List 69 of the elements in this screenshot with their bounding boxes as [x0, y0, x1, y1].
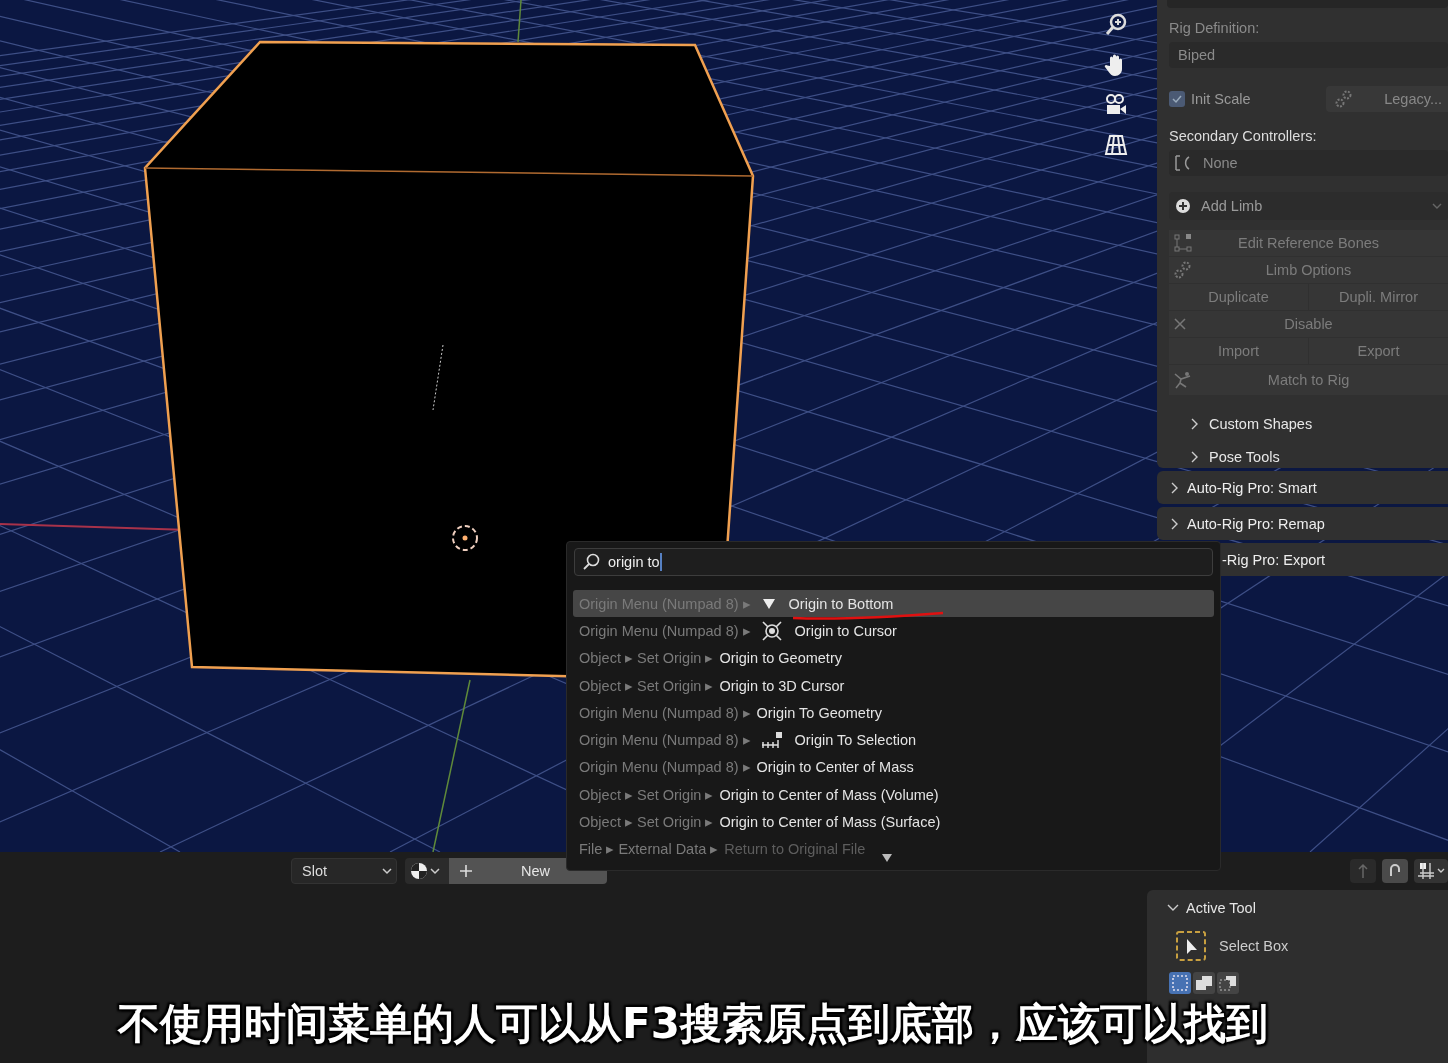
zoom-icon[interactable] — [1103, 12, 1129, 38]
panel-header[interactable]: Auto-Rig Pro: Smart — [1157, 471, 1448, 504]
material-browse-button[interactable] — [405, 858, 449, 884]
select-box-icon — [1175, 930, 1207, 962]
selection-mode-button[interactable] — [1169, 972, 1191, 994]
slot-dropdown[interactable]: Slot — [291, 858, 397, 884]
grid-icon[interactable] — [1103, 132, 1129, 158]
result-label: Origin to Center of Mass (Volume) — [719, 786, 939, 803]
sphere-icon — [409, 861, 429, 881]
search-result[interactable]: Origin Menu (Numpad 8) ▸ Origin to Cursor — [573, 617, 1214, 645]
subpanel-header[interactable]: Custom Shapes — [1169, 407, 1448, 440]
snap-icon[interactable] — [1382, 859, 1408, 883]
init-scale-checkbox[interactable] — [1169, 91, 1185, 107]
snap-grid-icon[interactable] — [1414, 859, 1448, 883]
result-path: Object ▸ Set Origin ▸ — [579, 786, 714, 803]
result-path: File ▸ External Data ▸ — [579, 841, 719, 858]
caret-icon — [382, 867, 392, 875]
subtitle-caption: 不使用时间菜单的人可以从F3搜索原点到底部，应该可以找到 — [118, 998, 1268, 1050]
search-result[interactable]: Origin Menu (Numpad 8) ▸ Origin to Center of Mass — [573, 753, 1214, 782]
cursor-icon — [760, 619, 783, 642]
search-result[interactable]: Origin Menu (Numpad 8) ▸ Origin To Selection — [573, 726, 1214, 754]
result-label: Origin to Geometry — [719, 650, 842, 667]
search-result[interactable]: Object ▸ Set Origin ▸ Origin to Center of Mass (Surface) — [573, 808, 1214, 836]
rig-definition-field[interactable]: Biped — [1169, 42, 1448, 68]
field-label: Rig Definition: — [1169, 19, 1261, 38]
result-label: Origin to Bottom — [788, 595, 894, 612]
search-result[interactable]: Object ▸ Set Origin ▸ Origin to Geometry — [573, 644, 1214, 672]
bones-icon — [1173, 233, 1193, 253]
selection-mode-button[interactable] — [1193, 972, 1215, 994]
search-result[interactable]: Object ▸ Set Origin ▸ Origin to 3D Cursor — [573, 671, 1214, 700]
plus-icon — [459, 864, 473, 878]
result-path: Origin Menu (Numpad 8) ▸ — [579, 622, 751, 639]
triangle-icon — [760, 596, 777, 611]
result-path: Object ▸ Set Origin ▸ — [579, 677, 714, 694]
origin-icon — [450, 523, 480, 553]
result-label: Origin To Geometry — [756, 704, 883, 721]
result-path: Origin Menu (Numpad 8) ▸ — [579, 732, 751, 749]
tool-name: Select Box — [1219, 938, 1289, 954]
search-result[interactable]: Origin Menu (Numpad 8) ▸ Origin To Geometry — [573, 699, 1214, 727]
panel-header[interactable]: Active Tool — [1167, 900, 1448, 916]
search-field[interactable]: origin to — [574, 548, 1213, 576]
selection-icon — [760, 731, 783, 750]
result-label: Origin to 3D Cursor — [719, 677, 845, 694]
caret-icon — [1432, 202, 1442, 210]
result-path: Origin Menu (Numpad 8) ▸ — [579, 704, 751, 721]
plus-circle-icon — [1175, 198, 1191, 214]
add-limb-dropdown[interactable]: Add Limb — [1169, 192, 1448, 220]
result-path: Object ▸ Set Origin ▸ — [579, 814, 714, 830]
result-label: Origin to Cursor — [794, 622, 897, 639]
selection-mode-button[interactable] — [1217, 972, 1239, 994]
subpanel-header[interactable]: Pose Tools — [1169, 440, 1448, 473]
result-path: Object ▸ Set Origin ▸ — [579, 650, 714, 667]
secondary-controllers-field[interactable]: None — [1169, 150, 1448, 176]
checkmark-icon — [1171, 93, 1183, 105]
search-result[interactable]: Object ▸ Set Origin ▸ Origin to Center of Mass (Volume) — [573, 781, 1214, 809]
checkbox-label: Init Scale — [1191, 91, 1251, 107]
gear-icon — [1173, 260, 1193, 280]
panel-header[interactable]: Auto-Rig Pro: Remap — [1157, 507, 1448, 540]
result-label: Return to Original File — [724, 841, 866, 858]
figure-icon — [1173, 370, 1193, 390]
field-label: Secondary Controllers: — [1169, 127, 1318, 146]
result-label: Origin to Center of Mass — [756, 759, 914, 776]
gear-icon — [1334, 89, 1354, 109]
result-path: Origin Menu (Numpad 8) ▸ — [579, 759, 751, 776]
search-icon — [582, 553, 600, 571]
caret-icon — [430, 867, 440, 875]
result-label: Origin to Center of Mass (Surface) — [719, 814, 941, 830]
close-icon — [1173, 317, 1187, 331]
result-label: Origin To Selection — [794, 732, 917, 749]
